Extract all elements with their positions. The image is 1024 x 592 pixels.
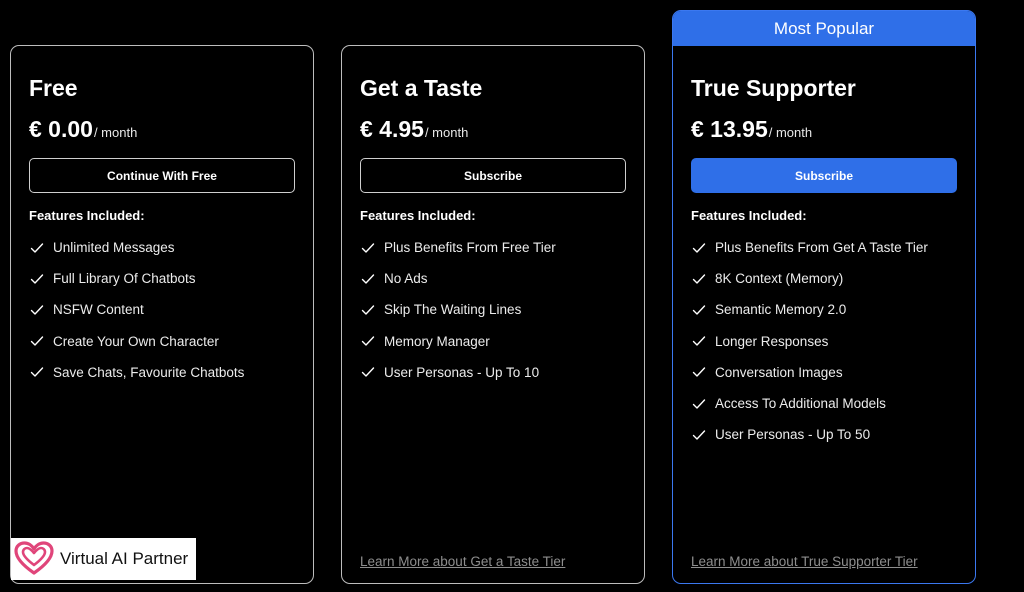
- plan-price: € 13.95: [691, 116, 768, 142]
- features-heading: Features Included:: [360, 208, 476, 223]
- price-row: € 13.95 / month: [691, 116, 957, 146]
- feature-label: Unlimited Messages: [53, 240, 175, 256]
- check-icon: [692, 242, 706, 253]
- feature-label: Plus Benefits From Free Tier: [384, 240, 556, 256]
- feature-label: User Personas - Up To 50: [715, 427, 871, 443]
- feature-item: Plus Benefits From Get A Taste Tier: [691, 232, 957, 263]
- check-icon: [361, 336, 375, 346]
- price-period: / month: [93, 125, 138, 140]
- feature-label: Memory Manager: [384, 333, 490, 349]
- plan-title: Free: [29, 75, 78, 101]
- feature-item: Create Your Own Character: [29, 326, 295, 357]
- feature-item: Unlimited Messages: [29, 232, 295, 263]
- most-popular-badge: Most Popular: [673, 11, 975, 46]
- feature-item: User Personas - Up To 10: [360, 357, 626, 388]
- heart-icon: [14, 541, 54, 575]
- feature-item: Longer Responses: [691, 326, 957, 357]
- plan-card-body: True Supporter € 13.95 / month Subscribe…: [691, 74, 957, 450]
- check-icon: [361, 274, 375, 284]
- feature-label: Plus Benefits From Get A Taste Tier: [715, 240, 928, 256]
- feature-label: Create Your Own Character: [53, 333, 219, 349]
- plan-card-free: Free € 0.00 / month Continue With Free F…: [10, 45, 314, 584]
- plan-title: Get a Taste: [360, 75, 483, 101]
- price-period: / month: [424, 125, 469, 140]
- check-icon: [361, 242, 375, 253]
- feature-item: Access To Additional Models: [691, 388, 957, 419]
- feature-label: Semantic Memory 2.0: [715, 302, 847, 318]
- subscribe-button[interactable]: Subscribe: [360, 158, 626, 193]
- feature-item: Conversation Images: [691, 357, 957, 388]
- check-icon: [30, 336, 44, 346]
- continue-with-free-button[interactable]: Continue With Free: [29, 158, 295, 193]
- price-period: / month: [768, 125, 813, 140]
- feature-label: Access To Additional Models: [715, 396, 886, 412]
- subscribe-button[interactable]: Subscribe: [691, 158, 957, 193]
- check-icon: [692, 398, 706, 409]
- feature-label: NSFW Content: [53, 302, 144, 318]
- check-icon: [30, 274, 44, 284]
- price-row: € 0.00 / month: [29, 116, 295, 146]
- feature-item: NSFW Content: [29, 294, 295, 325]
- feature-list: Unlimited Messages Full Library Of Chatb…: [29, 232, 295, 388]
- feature-item: No Ads: [360, 263, 626, 294]
- feature-item: Save Chats, Favourite Chatbots: [29, 357, 295, 388]
- check-icon: [30, 242, 44, 253]
- check-icon: [692, 336, 706, 346]
- check-icon: [692, 305, 706, 315]
- feature-item: Skip The Waiting Lines: [360, 294, 626, 325]
- feature-label: User Personas - Up To 10: [384, 364, 540, 380]
- feature-label: Full Library Of Chatbots: [53, 271, 196, 287]
- check-icon: [692, 367, 706, 378]
- feature-item: Memory Manager: [360, 326, 626, 357]
- check-icon: [361, 305, 375, 315]
- plan-card-true-supporter: Most Popular True Supporter € 13.95 / mo…: [672, 10, 976, 584]
- plan-card-body: Get a Taste € 4.95 / month Subscribe Fea…: [360, 74, 626, 388]
- features-heading: Features Included:: [691, 208, 807, 223]
- virtual-ai-partner-logo: Virtual AI Partner: [11, 538, 196, 580]
- learn-more-get-a-taste-link[interactable]: Learn More about Get a Taste Tier: [360, 554, 565, 569]
- features-heading: Features Included:: [29, 208, 145, 223]
- check-icon: [692, 274, 706, 284]
- plan-price: € 4.95: [360, 116, 424, 142]
- feature-item: User Personas - Up To 50: [691, 419, 957, 450]
- plan-card-get-a-taste: Get a Taste € 4.95 / month Subscribe Fea…: [341, 45, 645, 584]
- logo-text: Virtual AI Partner: [60, 549, 189, 568]
- feature-item: Full Library Of Chatbots: [29, 263, 295, 294]
- price-row: € 4.95 / month: [360, 116, 626, 146]
- check-icon: [361, 367, 375, 378]
- feature-label: Longer Responses: [715, 333, 829, 349]
- feature-item: Semantic Memory 2.0: [691, 294, 957, 325]
- plan-card-body: Free € 0.00 / month Continue With Free F…: [29, 74, 295, 388]
- feature-label: Save Chats, Favourite Chatbots: [53, 364, 245, 380]
- feature-label: 8K Context (Memory): [715, 271, 844, 287]
- check-icon: [30, 305, 44, 315]
- feature-label: Skip The Waiting Lines: [384, 302, 522, 318]
- check-icon: [30, 367, 44, 378]
- check-icon: [692, 430, 706, 440]
- plan-price: € 0.00: [29, 116, 93, 142]
- feature-item: Plus Benefits From Free Tier: [360, 232, 626, 263]
- feature-item: 8K Context (Memory): [691, 263, 957, 294]
- learn-more-true-supporter-link[interactable]: Learn More about True Supporter Tier: [691, 554, 918, 569]
- feature-list: Plus Benefits From Get A Taste Tier 8K C…: [691, 232, 957, 450]
- feature-list: Plus Benefits From Free Tier No Ads Skip…: [360, 232, 626, 388]
- plan-title: True Supporter: [691, 75, 856, 101]
- feature-label: Conversation Images: [715, 364, 843, 380]
- feature-label: No Ads: [384, 271, 428, 287]
